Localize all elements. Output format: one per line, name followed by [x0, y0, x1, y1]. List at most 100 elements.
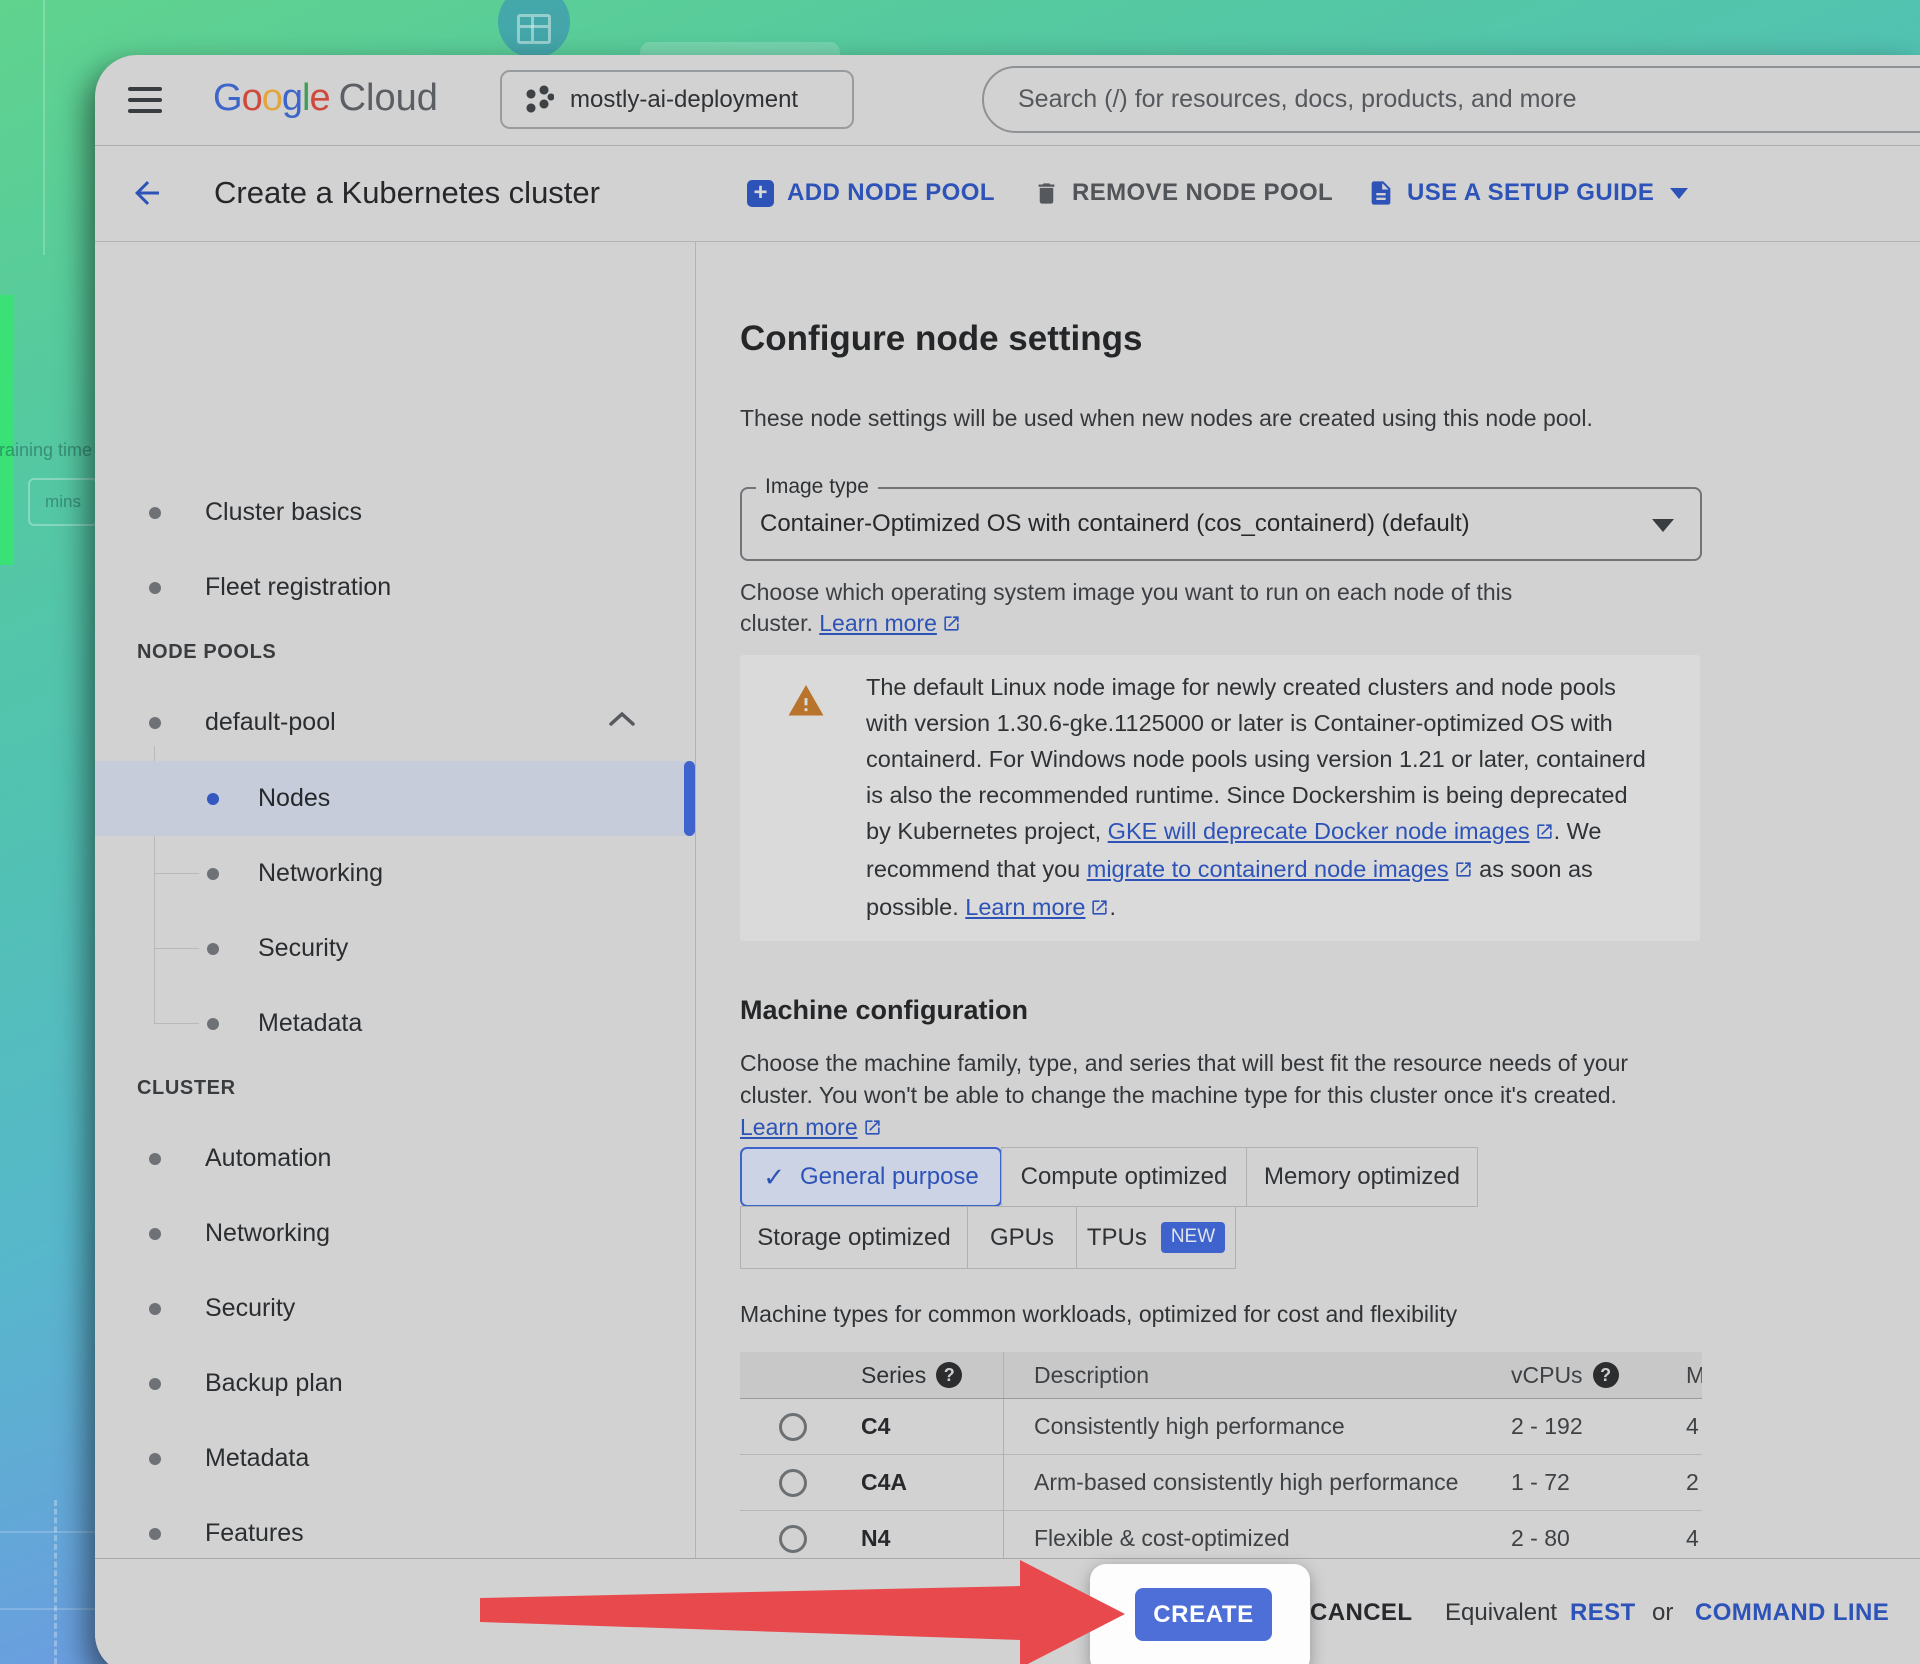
sidebar-item-backup-plan[interactable]: Backup plan — [95, 1360, 695, 1408]
table-row[interactable]: C4 Consistently high performance 2 - 192… — [740, 1399, 1702, 1455]
image-type-helper: Choose which operating system image you … — [740, 577, 1560, 641]
section-label-cluster: CLUSTER — [137, 1077, 236, 1100]
new-badge: NEW — [1161, 1222, 1225, 1253]
search-placeholder: Search (/) for resources, docs, products… — [1018, 68, 1920, 131]
trash-icon — [1033, 180, 1060, 207]
learn-more-link[interactable]: Learn more — [740, 1114, 858, 1140]
sidebar-item-automation[interactable]: Automation — [95, 1135, 695, 1183]
command-line-link[interactable]: COMMAND LINE — [1695, 1599, 1889, 1627]
migrate-containerd-link[interactable]: migrate to containerd node images — [1087, 856, 1449, 882]
menu-icon[interactable] — [128, 87, 162, 113]
tab-general-purpose[interactable]: ✓ General purpose — [740, 1147, 1002, 1207]
external-link-icon — [942, 610, 961, 641]
section-label-node-pools: NODE POOLS — [137, 641, 276, 664]
tab-gpus[interactable]: GPUs — [967, 1206, 1077, 1269]
radio-button[interactable] — [779, 1469, 807, 1497]
red-arrow-annotation — [470, 1552, 1130, 1664]
dropdown-caret-icon — [1652, 519, 1674, 532]
image-type-value: Container-Optimized OS with containerd (… — [742, 489, 1700, 559]
remove-node-pool-button[interactable]: REMOVE NODE POOL — [1033, 145, 1333, 241]
background-training-time-label: training time — [0, 440, 92, 461]
plus-icon: + — [747, 180, 774, 207]
radio-button[interactable] — [779, 1525, 807, 1553]
sidebar-item-fleet-registration[interactable]: Fleet registration — [95, 564, 695, 612]
sidebar-item-pool-security[interactable]: Security — [95, 925, 695, 973]
cancel-button[interactable]: CANCEL — [1310, 1599, 1412, 1627]
learn-more-link[interactable]: Learn more — [965, 894, 1085, 920]
content-intro: These node settings will be used when ne… — [740, 404, 1920, 432]
top-bar: GoogleCloud mostly-ai-deployment Search … — [95, 55, 1920, 146]
machine-config-desc: Choose the machine family, type, and ser… — [740, 1047, 1670, 1145]
rest-link[interactable]: REST — [1570, 1599, 1636, 1627]
tab-compute-optimized[interactable]: Compute optimized — [1001, 1147, 1247, 1207]
background-panel-edge — [43, 0, 45, 255]
external-link-icon — [1535, 815, 1554, 851]
sidebar-item-features[interactable]: Features — [95, 1510, 695, 1558]
step-bullet-icon — [149, 1378, 161, 1390]
help-icon[interactable]: ? — [1593, 1362, 1619, 1388]
tab-storage-optimized[interactable]: Storage optimized — [740, 1206, 968, 1269]
external-link-icon — [1454, 853, 1473, 889]
table-row[interactable]: C4A Arm-based consistently high performa… — [740, 1455, 1702, 1511]
tab-tpus[interactable]: TPUs NEW — [1076, 1206, 1236, 1269]
step-bullet-icon — [207, 943, 219, 955]
background-dashed-line — [54, 1500, 57, 1664]
add-node-pool-button[interactable]: + ADD NODE POOL — [747, 145, 995, 241]
or-label: or — [1652, 1599, 1673, 1627]
step-bullet-icon — [149, 1153, 161, 1165]
image-type-label: Image type — [756, 475, 878, 499]
back-arrow-icon[interactable] — [129, 175, 165, 211]
google-cloud-logo[interactable]: GoogleCloud — [213, 77, 438, 120]
project-selector[interactable]: mostly-ai-deployment — [500, 70, 854, 129]
sidebar-item-nodes-selected[interactable]: Nodes — [95, 761, 695, 836]
background-line — [0, 1608, 95, 1610]
image-type-select[interactable]: Image type Container-Optimized OS with c… — [740, 487, 1702, 561]
sidebar-item-security[interactable]: Security — [95, 1285, 695, 1333]
project-icon — [524, 85, 554, 115]
step-bullet-icon — [149, 1228, 161, 1240]
external-link-icon — [1090, 891, 1109, 927]
step-bullet-icon — [149, 507, 161, 519]
chevron-down-icon — [1670, 188, 1688, 199]
create-button[interactable]: CREATE — [1135, 1588, 1272, 1641]
background-line — [0, 1531, 95, 1533]
page-title: Create a Kubernetes cluster — [214, 145, 600, 241]
main-content: Configure node settings These node setti… — [696, 241, 1920, 1560]
step-bullet-icon — [207, 1018, 219, 1030]
document-icon — [1367, 179, 1395, 207]
table-header-row: Series? Description vCPUs? Memory — [740, 1352, 1702, 1399]
step-bullet-icon — [149, 717, 161, 729]
machine-family-tabs: ✓ General purpose Compute optimized Memo… — [740, 1147, 1920, 1269]
step-navigation: Cluster basics Fleet registration NODE P… — [95, 241, 696, 1664]
machine-series-table: Series? Description vCPUs? Memory C4 Con… — [740, 1352, 1702, 1560]
content-heading: Configure node settings — [740, 319, 1920, 359]
sidebar-item-cluster-basics[interactable]: Cluster basics — [95, 489, 695, 537]
action-bar: Create a Kubernetes cluster + ADD NODE P… — [95, 145, 1920, 242]
sidebar-item-pool-networking[interactable]: Networking — [95, 850, 695, 898]
search-input[interactable]: Search (/) for resources, docs, products… — [982, 66, 1920, 133]
chevron-up-icon[interactable] — [607, 709, 637, 729]
selection-indicator — [684, 761, 695, 836]
sidebar-item-default-pool[interactable]: default-pool — [95, 699, 695, 747]
gke-deprecate-link[interactable]: GKE will deprecate Docker node images — [1108, 818, 1530, 844]
machine-types-note: Machine types for common workloads, opti… — [740, 1301, 1920, 1328]
equivalent-label: Equivalent — [1445, 1599, 1557, 1627]
step-bullet-icon — [149, 582, 161, 594]
check-icon: ✓ — [763, 1162, 785, 1193]
radio-button[interactable] — [779, 1413, 807, 1441]
machine-config-heading: Machine configuration — [740, 993, 1920, 1027]
step-bullet-icon — [207, 868, 219, 880]
external-link-icon — [863, 1113, 882, 1145]
sidebar-item-metadata[interactable]: Metadata — [95, 1435, 695, 1483]
background-mins-box: mins — [28, 478, 98, 526]
warning-banner: The default Linux node image for newly c… — [740, 655, 1700, 941]
sidebar-item-networking[interactable]: Networking — [95, 1210, 695, 1258]
tab-memory-optimized[interactable]: Memory optimized — [1246, 1147, 1478, 1207]
learn-more-link[interactable]: Learn more — [819, 610, 937, 636]
background-table-icon — [498, 0, 570, 58]
sidebar-item-pool-metadata[interactable]: Metadata — [95, 1000, 695, 1048]
use-setup-guide-button[interactable]: USE A SETUP GUIDE — [1367, 145, 1688, 241]
step-bullet-icon — [149, 1453, 161, 1465]
step-bullet-icon — [149, 1528, 161, 1540]
help-icon[interactable]: ? — [936, 1362, 962, 1388]
